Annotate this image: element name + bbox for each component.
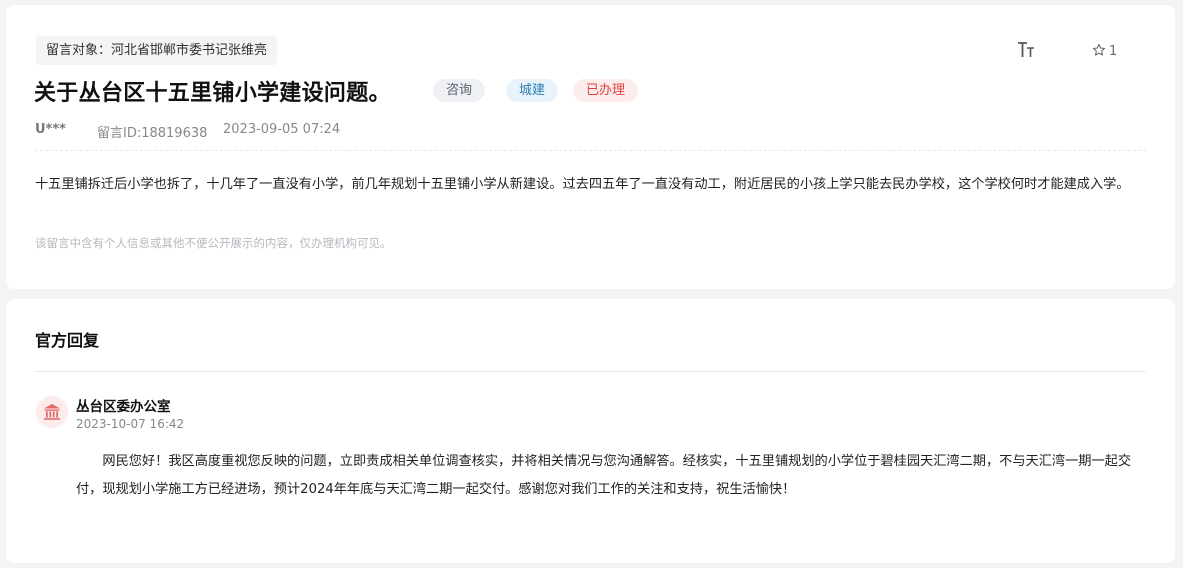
favorite-button[interactable]: 1 <box>1092 43 1117 61</box>
status-badge: 已办理 <box>573 79 639 102</box>
font-size-icon[interactable] <box>1016 39 1038 61</box>
divider <box>35 371 1146 372</box>
message-id: 留言ID:18819638 <box>97 126 208 141</box>
privacy-notice: 该留言中含有个人信息或其他不便公开展示的内容，仅办理机构可见。 <box>35 236 392 250</box>
reply-card: 官方回复 丛台区委办公室 2023-10-07 16:42 网民您好！我区高度重… <box>6 299 1175 563</box>
message-title: 关于丛台区十五里铺小学建设问题。 <box>34 81 391 106</box>
tag-urban-construction: 城建 <box>506 79 559 102</box>
reply-date: 2023-10-07 16:42 <box>76 417 185 431</box>
tag-consult: 咨询 <box>433 79 486 102</box>
government-building-icon <box>44 404 60 420</box>
message-target: 留言对象：河北省邯郸市委书记张维亮 <box>36 36 278 65</box>
star-icon <box>1092 43 1106 56</box>
message-user: U*** <box>35 122 66 137</box>
message-date: 2023-09-05 07:24 <box>223 122 341 137</box>
reply-org-name: 丛台区委办公室 <box>76 399 171 415</box>
message-content: 十五里铺拆迁后小学也拆了，十几年了一直没有小学，前几年规划十五里铺小学从新建设。… <box>35 177 1130 192</box>
reply-content: 网民您好！我区高度重视您反映的问题，立即责成相关单位调查核实，并将相关情况与您沟… <box>76 454 1132 497</box>
avatar <box>36 396 68 428</box>
favorite-count: 1 <box>1109 44 1118 59</box>
message-card: 留言对象：河北省邯郸市委书记张维亮 关于丛台区十五里铺小学建设问题。 咨询 城建… <box>6 5 1175 289</box>
divider <box>35 150 1146 151</box>
reply-heading: 官方回复 <box>35 331 100 350</box>
